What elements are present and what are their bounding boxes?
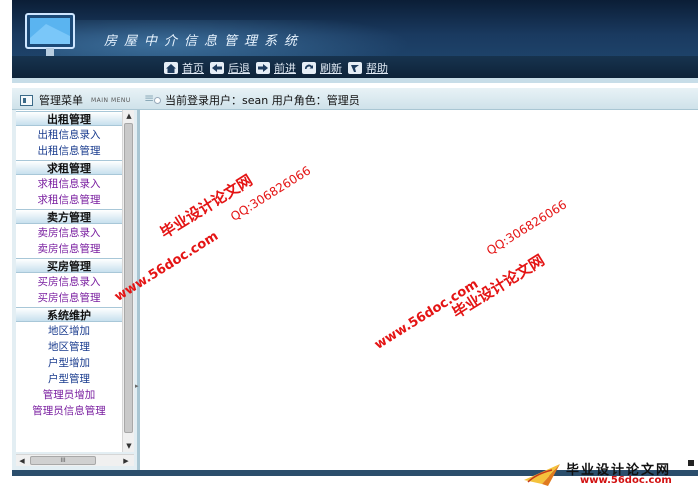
user-info: 当前登录用户：sean 用户角色：管理员 (154, 92, 360, 108)
user-info-text: 当前登录用户：sean 用户角色：管理员 (165, 94, 360, 107)
menu-item-sale-entry[interactable]: 卖房信息录入 (16, 225, 122, 241)
nav-back[interactable]: 后退 (210, 60, 250, 76)
nav-refresh[interactable]: 刷新 (302, 60, 342, 76)
menu-group-system[interactable]: 系统维护 (16, 307, 122, 322)
menu-group-rent-out[interactable]: 出租管理 (16, 111, 122, 126)
sidebar-horizontal-scrollbar[interactable]: ◀ III ▶ (16, 454, 134, 466)
toolbar: 首页 后退 前进 刷新 帮助 (12, 56, 698, 78)
menu-group-seller[interactable]: 卖方管理 (16, 209, 122, 224)
menu-item-rent-out-entry[interactable]: 出租信息录入 (16, 127, 122, 143)
menu-item-rent-out-manage[interactable]: 出租信息管理 (16, 143, 122, 159)
sidebar-menu: 出租管理 出租信息录入 出租信息管理 求租管理 求租信息录入 求租信息管理 卖方… (16, 110, 122, 452)
menu-header: 管理菜单 MAIN MENU (20, 92, 131, 108)
refresh-icon (302, 62, 316, 74)
scroll-right-arrow-icon[interactable]: ▶ (120, 455, 132, 467)
splitter-handle-icon[interactable]: ≡ (144, 91, 154, 105)
nav-help[interactable]: 帮助 (348, 60, 388, 76)
menu-item-admin-manage[interactable]: 管理员信息管理 (16, 403, 122, 419)
paper-plane-logo-icon (524, 464, 560, 486)
menu-item-region-add[interactable]: 地区增加 (16, 323, 122, 339)
forward-arrow-icon (256, 62, 270, 74)
menu-item-rent-seek-manage[interactable]: 求租信息管理 (16, 192, 122, 208)
nav-forward[interactable]: 前进 (256, 60, 296, 76)
nav-help-label[interactable]: 帮助 (366, 60, 388, 76)
nav-refresh-label[interactable]: 刷新 (320, 60, 342, 76)
scroll-up-arrow-icon[interactable]: ▲ (123, 110, 135, 122)
sidebar-collapse-icon[interactable]: ▸ (135, 382, 141, 390)
logo-square-mark (688, 460, 694, 466)
main-content (143, 110, 698, 470)
menu-item-admin-add[interactable]: 管理员增加 (16, 387, 122, 403)
scroll-left-arrow-icon[interactable]: ◀ (16, 455, 28, 467)
info-bar: 管理菜单 MAIN MENU ≡ 当前登录用户：sean 用户角色：管理员 (12, 88, 698, 110)
menu-item-rent-seek-entry[interactable]: 求租信息录入 (16, 176, 122, 192)
help-icon (348, 62, 362, 74)
header-divider (12, 78, 698, 83)
menu-panel-icon (20, 94, 33, 106)
system-title: 房屋中介信息管理系统 (104, 34, 305, 49)
nav-bar: 首页 后退 前进 刷新 帮助 (164, 60, 394, 76)
menu-group-rent-seek[interactable]: 求租管理 (16, 160, 122, 175)
scroll-down-arrow-icon[interactable]: ▼ (123, 440, 135, 452)
user-bullet-icon (154, 96, 161, 104)
site-logo: 毕业设计论文网 www.56doc.com (522, 458, 698, 489)
menu-subtitle: MAIN MENU (91, 96, 131, 104)
menu-item-layout-add[interactable]: 户型增加 (16, 355, 122, 371)
menu-item-region-manage[interactable]: 地区管理 (16, 339, 122, 355)
nav-home-label[interactable]: 首页 (182, 60, 204, 76)
logo-url: www.56doc.com (580, 475, 672, 486)
home-icon (164, 62, 178, 74)
vertical-scroll-thumb[interactable] (124, 123, 133, 433)
menu-item-sale-manage[interactable]: 卖房信息管理 (16, 241, 122, 257)
menu-item-buy-entry[interactable]: 买房信息录入 (16, 274, 122, 290)
menu-title: 管理菜单 (39, 94, 83, 107)
nav-home[interactable]: 首页 (164, 60, 204, 76)
menu-item-layout-manage[interactable]: 户型管理 (16, 371, 122, 387)
nav-forward-label[interactable]: 前进 (274, 60, 296, 76)
back-arrow-icon (210, 62, 224, 74)
menu-group-buyer[interactable]: 买房管理 (16, 258, 122, 273)
horizontal-scroll-thumb[interactable]: III (30, 456, 96, 465)
menu-item-buy-manage[interactable]: 买房信息管理 (16, 290, 122, 306)
nav-back-label[interactable]: 后退 (228, 60, 250, 76)
